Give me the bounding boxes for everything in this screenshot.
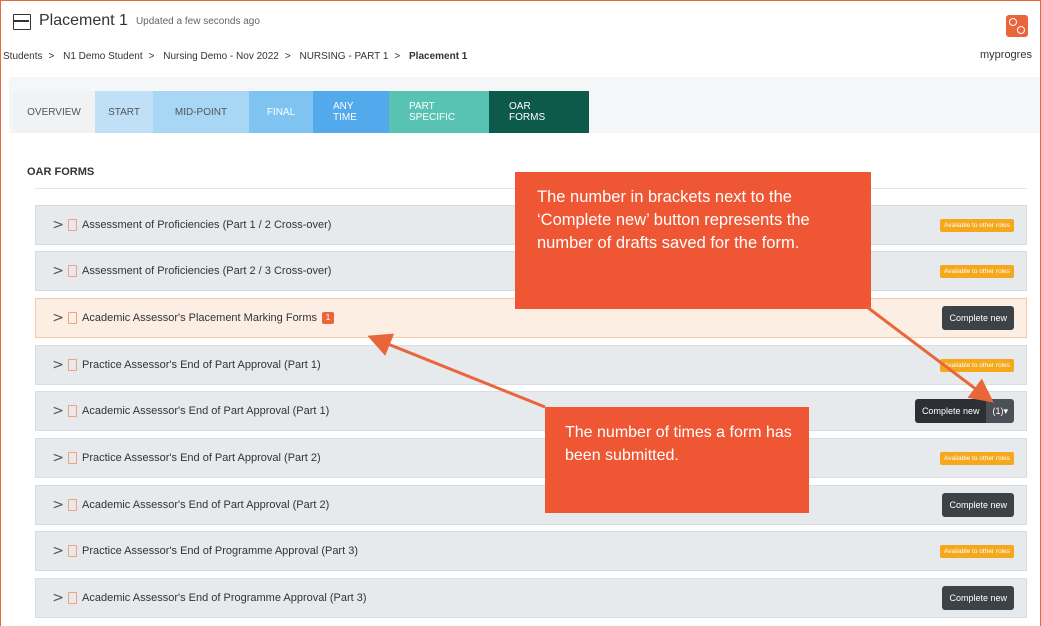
tab-bar: OVERVIEW START MID-POINT FINAL ANY TIME … [13,91,589,133]
complete-new-button[interactable]: Complete new [914,399,987,423]
document-icon [68,545,77,557]
availability-badge: Available to other roles [939,544,1014,558]
chevron-right-icon: > [284,51,291,62]
app-frame: Placement 1 Updated a few seconds ago St… [0,0,1041,626]
chevron-right-icon[interactable]: > [42,497,64,513]
form-row[interactable]: > Academic Assessor's End of Part Approv… [35,391,1027,431]
title-bar: Placement 1 Updated a few seconds ago [13,9,260,33]
chevron-right-icon[interactable]: > [42,403,64,419]
page-title: Placement 1 [39,12,128,29]
logo[interactable]: myprogres [980,15,1040,65]
document-icon [68,452,77,464]
chevron-right-icon[interactable]: > [42,590,64,606]
submission-count-badge: 1 [322,312,335,324]
form-title: Assessment of Proficiencies (Part 2 / 3 … [82,265,332,277]
availability-badge: Available to other roles [939,264,1014,278]
chevron-right-icon[interactable]: > [42,543,64,559]
complete-new-button[interactable]: Complete new [942,306,1014,330]
tab-part-specific[interactable]: PART SPECIFIC [389,91,489,133]
tab-any-time[interactable]: ANY TIME [313,91,389,133]
breadcrumb: Students > N1 Demo Student > Nursing Demo … [3,51,467,62]
form-row[interactable]: > Practice Assessor's End of Part Approv… [35,345,1027,385]
chevron-right-icon[interactable]: > [42,450,64,466]
chevron-right-icon: > [148,51,155,62]
form-row[interactable]: > Practice Assessor's End of Programme A… [35,531,1027,571]
availability-badge: Available to other roles [939,218,1014,232]
form-row[interactable]: > Academic Assessor's End of Programme A… [35,578,1027,618]
tab-overview[interactable]: OVERVIEW [13,91,95,133]
breadcrumb-item[interactable]: Nursing Demo - Nov 2022 [163,51,279,62]
tab-mid-point[interactable]: MID-POINT [153,91,249,133]
document-icon [68,312,77,324]
form-title: Practice Assessor's End of Part Approval… [82,359,321,371]
form-title: Academic Assessor's End of Programme App… [82,592,367,604]
complete-new-button[interactable]: Complete new [942,586,1014,610]
logo-text: myprogres [980,49,1032,61]
breadcrumb-item[interactable]: Students [3,51,42,62]
tab-start[interactable]: START [95,91,153,133]
updated-status: Updated a few seconds ago [135,15,260,27]
document-icon [68,219,77,231]
logo-icon [1006,15,1028,37]
form-title: Assessment of Proficiencies (Part 1 / 2 … [82,219,332,231]
availability-badge: Available to other roles [939,358,1014,372]
breadcrumb-item[interactable]: N1 Demo Student [63,51,143,62]
form-title: Academic Assessor's End of Part Approval… [82,405,330,417]
document-icon [68,592,77,604]
complete-new-button[interactable]: Complete new [942,493,1014,517]
form-row[interactable]: > Academic Assessor's End of Part Approv… [35,485,1027,525]
drafts-callout: The number in brackets next to the ‘Comp… [515,172,871,309]
document-icon [68,359,77,371]
form-title: Academic Assessor's Placement Marking Fo… [82,312,318,324]
breadcrumb-item[interactable]: NURSING - PART 1 [299,51,388,62]
section-title: OAR FORMS [27,166,95,178]
document-icon [68,499,77,511]
chevron-right-icon: > [48,51,55,62]
tab-oar-forms[interactable]: OAR FORMS [489,91,589,133]
breadcrumb-current: Placement 1 [409,51,468,62]
form-title: Academic Assessor's End of Part Approval… [82,499,330,511]
chevron-right-icon[interactable]: > [42,310,64,326]
chevron-right-icon: > [394,51,401,62]
document-icon [68,405,77,417]
submissions-callout: The number of times a form has been subm… [545,407,809,513]
form-title: Practice Assessor's End of Part Approval… [82,452,321,464]
list-icon[interactable] [13,14,31,30]
complete-new-button-group: Complete new (1)▾ [914,399,1014,423]
chevron-right-icon[interactable]: > [42,357,64,373]
drafts-dropdown-button[interactable]: (1)▾ [986,399,1014,423]
tab-final[interactable]: FINAL [249,91,313,133]
chevron-right-icon[interactable]: > [42,217,64,233]
document-icon [68,265,77,277]
form-title: Practice Assessor's End of Programme App… [82,545,358,557]
chevron-right-icon[interactable]: > [42,263,64,279]
availability-badge: Available to other roles [939,451,1014,465]
form-row[interactable]: > Practice Assessor's End of Part Approv… [35,438,1027,478]
